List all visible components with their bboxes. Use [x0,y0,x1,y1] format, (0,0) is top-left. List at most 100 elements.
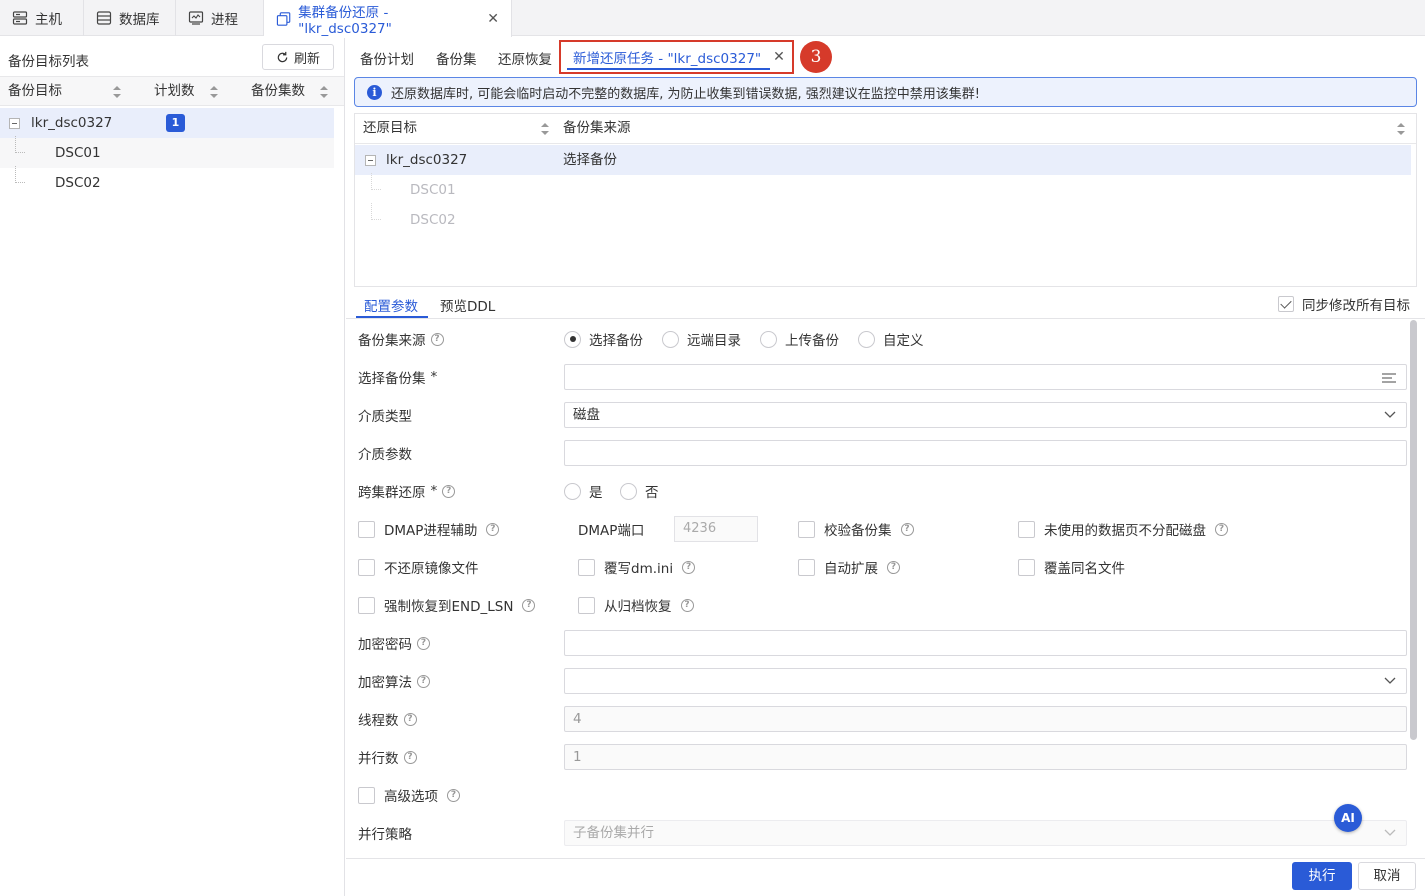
help-icon[interactable]: ? [486,522,500,536]
checkbox-icon[interactable] [798,558,815,576]
tab-process[interactable]: 进程 [176,0,264,36]
sync-all-targets-checkbox[interactable]: 同步修改所有目标 [1278,294,1410,314]
table-row[interactable]: DSC02 [0,166,334,198]
help-icon[interactable]: ? [442,484,456,498]
radio-icon[interactable] [564,482,581,500]
help-icon[interactable]: ? [900,522,914,536]
encrypt-password-input[interactable] [564,630,1407,656]
close-icon[interactable]: ✕ [487,11,499,27]
encrypt-algorithm-select[interactable] [564,668,1407,694]
sort-icon[interactable] [1397,123,1405,135]
checkbox-icon[interactable] [578,596,595,614]
no-restore-mirror-checkbox[interactable]: 不还原镜像文件 [358,557,479,577]
checkbox-icon[interactable] [358,558,375,576]
help-icon[interactable]: ? [1215,522,1228,536]
column-restore-target[interactable]: 还原目标 [363,114,417,143]
radio-icon[interactable] [858,330,875,348]
table-row[interactable]: DSC02 [355,203,1411,235]
help-icon[interactable]: ? [680,598,694,612]
overwrite-dmini-checkbox[interactable]: 覆写dm.ini ? [578,557,696,577]
column-backup-source[interactable]: 备份集来源 [563,114,631,143]
tab-restore-recover[interactable]: 还原恢复 [498,48,552,68]
vertical-scrollbar[interactable] [1410,320,1417,740]
radio-selected-icon[interactable] [564,330,581,348]
tab-backup-set[interactable]: 备份集 [436,48,477,68]
chevron-down-icon[interactable] [1384,411,1396,419]
checkbox-icon[interactable] [358,786,375,804]
dmap-assist-checkbox[interactable]: DMAP进程辅助 ? [358,519,500,539]
help-icon[interactable]: ? [417,636,430,650]
from-archive-checkbox[interactable]: 从归档恢复 ? [578,595,694,615]
help-icon[interactable]: ? [447,788,460,802]
help-icon[interactable]: ? [403,712,417,726]
ai-assistant-button[interactable]: AI [1334,804,1362,832]
parallel-strategy-select[interactable]: 子备份集并行 [564,820,1407,846]
table-row[interactable]: DSC01 [0,136,334,168]
verify-backup-checkbox[interactable]: 校验备份集 ? [798,519,914,539]
chevron-down-icon[interactable] [1384,829,1396,837]
cancel-button[interactable]: 取消 [1358,862,1416,890]
close-icon[interactable]: ✕ [773,49,785,65]
tab-database[interactable]: 数据库 [84,0,176,36]
media-type-value: 磁盘 [573,407,600,423]
dmap-port-input[interactable]: 4236 [674,516,758,542]
table-row[interactable]: DSC01 [355,173,1411,205]
tab-new-restore-task[interactable]: 新增还原任务 - "lkr_dsc0327" ✕ [559,40,794,74]
parallel-input[interactable]: 1 [564,744,1407,770]
advanced-options-checkbox[interactable]: 高级选项 ? [358,785,460,805]
column-backup-set-count[interactable]: 备份集数 [251,77,305,105]
checkbox-icon[interactable] [358,520,375,538]
refresh-button[interactable]: 刷新 [262,44,334,70]
checkbox-icon[interactable] [1018,558,1035,576]
chevron-down-icon[interactable] [1384,677,1396,685]
help-icon[interactable]: ? [403,750,417,764]
collapse-icon[interactable] [9,118,20,129]
backup-source-label-text: 备份集来源 [358,333,426,349]
column-backup-target[interactable]: 备份目标 [8,77,62,105]
tab-config-params[interactable]: 配置参数 [364,295,418,315]
sort-icon[interactable] [541,123,549,135]
sort-icon[interactable] [320,86,328,98]
help-icon[interactable]: ? [417,674,430,688]
radio-icon[interactable] [760,330,777,348]
help-icon[interactable]: ? [682,560,696,574]
table-row[interactable]: lkr_dsc0327 1 [0,108,334,138]
tab-host[interactable]: 主机 [0,0,84,36]
checkbox-label: DMAP进程辅助 [384,523,478,539]
checkbox-icon[interactable] [358,596,375,614]
checkbox-checked-icon[interactable] [1278,296,1294,312]
overwrite-same-file-checkbox[interactable]: 覆盖同名文件 [1018,557,1125,577]
sort-icon[interactable] [210,86,218,98]
radio-icon[interactable] [662,330,679,348]
radio-remote-dir[interactable]: 远端目录 [662,329,741,349]
radio-select-backup[interactable]: 选择备份 [564,329,643,349]
checkbox-icon[interactable] [798,520,815,538]
backup-set-input[interactable] [564,364,1407,390]
tab-cluster-backup-restore[interactable]: 集群备份还原 - "lkr_dsc0327" ✕ [264,0,512,37]
checkbox-icon[interactable] [578,558,595,576]
auto-extend-checkbox[interactable]: 自动扩展 ? [798,557,900,577]
radio-custom[interactable]: 自定义 [858,329,924,349]
list-icon[interactable] [1382,372,1396,384]
checkbox-icon[interactable] [1018,520,1035,538]
radio-cross-no[interactable]: 否 [620,481,659,501]
execute-button[interactable]: 执行 [1292,862,1352,890]
media-type-select[interactable]: 磁盘 [564,402,1407,428]
force-end-lsn-checkbox[interactable]: 强制恢复到END_LSN ? [358,595,536,615]
radio-label: 是 [589,485,603,501]
help-icon[interactable]: ? [430,332,444,346]
sort-icon[interactable] [113,86,121,98]
help-icon[interactable]: ? [887,560,900,574]
tab-backup-plan[interactable]: 备份计划 [360,48,414,68]
radio-cross-yes[interactable]: 是 [564,481,603,501]
threads-input[interactable]: 4 [564,706,1407,732]
collapse-icon[interactable] [365,155,376,166]
media-param-input[interactable] [564,440,1407,466]
unused-pages-checkbox[interactable]: 未使用的数据页不分配磁盘 ? [1018,519,1228,539]
radio-icon[interactable] [620,482,637,500]
table-row[interactable]: lkr_dsc0327 选择备份 [355,145,1411,175]
radio-upload-backup[interactable]: 上传备份 [760,329,839,349]
help-icon[interactable]: ? [522,598,536,612]
column-plan-count[interactable]: 计划数 [154,77,195,105]
tab-preview-ddl[interactable]: 预览DDL [440,295,495,315]
